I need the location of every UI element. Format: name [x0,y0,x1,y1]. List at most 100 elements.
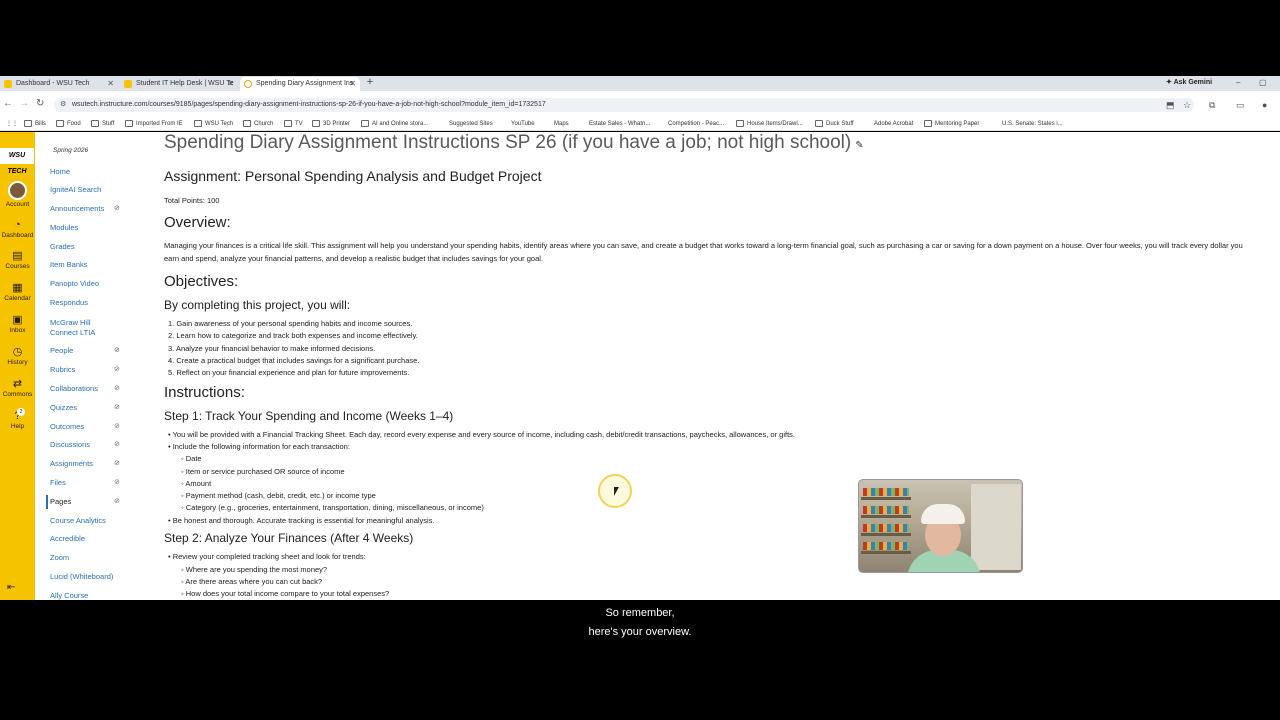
shelf [861,497,911,500]
global-nav-account[interactable]: Account [0,181,35,208]
page-content: Spending Diary Assignment Instructions S… [164,132,1264,600]
global-nav-help[interactable]: ? 2 Help [0,408,35,430]
sidebar-icon[interactable]: ▭ [1236,99,1245,111]
course-nav-outcomes[interactable]: Outcomes [50,422,84,432]
bookmark-folder[interactable]: Imported From IE [125,117,183,131]
reload-icon[interactable]: ↻ [36,97,44,111]
course-nav-assignments[interactable]: Assignments [50,459,93,469]
bookmark-folder[interactable]: Mentoring Paper [924,117,979,131]
close-tab-icon[interactable]: ✕ [349,77,356,91]
course-nav-grades[interactable]: Grades [50,242,75,252]
course-navigation: Spring 2026 Home IgniteAI Search Announc… [35,132,132,600]
forward-icon[interactable]: → [19,97,29,111]
loading-favicon-icon [244,80,252,88]
maximize-icon[interactable]: ▢ [1259,77,1267,89]
bookmark-folder[interactable]: Church [243,117,273,131]
hidden-eye-icon: ⊘ [114,498,120,505]
hidden-eye-icon: ⊘ [114,479,120,486]
global-nav-dashboard[interactable]: ◔ Dashboard [0,220,35,240]
shelf-toys [863,542,909,550]
course-nav-home[interactable]: Home [50,167,70,177]
list-item: • Include the following information for … [168,442,350,451]
folder-icon [312,120,320,127]
course-nav-modules[interactable]: Modules [50,223,78,233]
list-item: ◦ Are there areas where you can cut back… [181,577,323,586]
course-nav-panopto-video[interactable]: Panopto Video [50,279,99,289]
bookmark-maps[interactable]: Maps [543,117,569,131]
objectives-intro: By completing this project, you will: [164,298,351,312]
url-field[interactable]: ⚙ wsutech.instructure.com/courses/9185/p… [54,98,1194,112]
course-nav-discussions[interactable]: Discussions [50,440,90,450]
profile-avatar-icon[interactable]: ● [1262,99,1267,111]
wsu-tech-logo[interactable]: WSU TECH [0,148,34,175]
tab-spending-diary[interactable]: Spending Diary Assignment Ins ✕ [240,77,360,91]
course-nav-files[interactable]: Files [50,478,66,488]
course-nav-item-banks[interactable]: Item Banks [50,260,88,270]
bookmark-star-icon[interactable]: ☆ [1183,99,1191,111]
bookmark-link[interactable]: Adobe Acrobat [863,117,913,131]
bookmark-link[interactable]: Estate Sales - Whatn... [578,117,650,131]
course-nav-rubrics[interactable]: Rubrics [50,365,75,375]
course-nav-igniteai-search[interactable]: IgniteAI Search [50,185,101,195]
course-nav-course-analytics[interactable]: Course Analytics [50,516,106,526]
course-nav-lucid-whiteboard[interactable]: Lucid (Whiteboard) [50,572,113,582]
global-nav-calendar[interactable]: ▦ Calendar [0,283,35,303]
close-tab-icon[interactable]: ✕ [227,77,234,91]
bookmark-folder[interactable]: Stuff [91,117,114,131]
bookmark-folder[interactable]: TV [284,117,303,131]
global-nav-courses[interactable]: ▤ Courses [0,251,35,271]
apps-grid-icon[interactable]: ⋮⋮ [0,117,18,131]
global-nav-history[interactable]: ◷ History [0,346,35,367]
global-nav-inbox[interactable]: ▣ Inbox [0,315,35,335]
new-tab-button[interactable]: + [364,76,376,90]
bookmark-folder[interactable]: Bills [24,117,46,131]
course-nav-pages[interactable]: Pages [45,495,71,509]
collapse-nav-icon[interactable]: ⇤ [7,582,15,593]
course-nav-accredible[interactable]: Accredible [50,534,85,544]
install-icon[interactable]: ⬒ [1166,99,1175,111]
course-nav-respondus[interactable]: Respondus [50,298,88,308]
close-tab-icon[interactable]: ✕ [107,77,114,91]
course-nav-quizzes[interactable]: Quizzes [50,403,77,413]
list-item: ◦ Category (e.g., groceries, entertainme… [181,503,484,512]
bookmark-link[interactable]: Competition - Peac... [657,117,724,131]
canvas-page: WSU TECH Account ◔ Dashboard ▤ Courses ▦ Ca… [0,132,1280,600]
mouse-cursor-icon [614,487,619,496]
ask-gemini-button[interactable]: ✦ Ask Gemini [1166,77,1212,89]
instructions-heading: Instructions: [164,384,245,401]
step1-heading: Step 1: Track Your Spending and Income (… [164,409,454,423]
webcam-overlay [858,479,1023,573]
course-nav-people[interactable]: People [50,346,73,356]
objectives-heading: Objectives: [164,273,239,290]
clock-icon: ◷ [12,346,23,358]
folder-icon [24,120,32,127]
bookmark-folder[interactable]: 3D Printer [312,117,350,131]
edit-pen-icon[interactable]: ✎ [855,140,863,151]
hidden-eye-icon: ⊘ [114,423,120,430]
global-navigation: WSU TECH Account ◔ Dashboard ▤ Courses ▦ Ca… [0,132,35,600]
tab-dashboard[interactable]: Dashboard - WSU Tech ✕ [0,77,118,91]
course-nav-ally-course[interactable]: Ally Course [50,591,88,600]
extensions-icon[interactable]: ⧉ [1209,99,1215,111]
bookmark-folder[interactable]: Duck Stuff [815,117,854,131]
page-title: Spending Diary Assignment Instructions S… [164,132,864,153]
back-icon[interactable]: ← [3,97,13,111]
course-nav-zoom[interactable]: Zoom [50,553,69,563]
bookmark-folder[interactable]: Food [56,117,81,131]
step2-heading: Step 2: Analyze Your Finances (After 4 W… [164,531,414,545]
course-nav-mcgraw-hill[interactable]: McGraw Hill Connect LTIA [50,318,95,338]
bookmark-folder[interactable]: AI and Online stora... [361,117,428,131]
course-nav-announcements[interactable]: Announcements [50,204,104,214]
minimize-icon[interactable]: – [1236,77,1240,89]
global-nav-commons[interactable]: ⇄ Commons [0,379,35,399]
bookmark-link[interactable]: U.S. Senate: States i... [991,117,1063,131]
site-info-icon[interactable]: ⚙ [60,98,66,112]
bookmark-folder[interactable]: WSU Tech [194,117,233,131]
folder-icon [284,120,292,127]
course-nav-collaborations[interactable]: Collaborations [50,384,98,394]
bookmark-youtube[interactable]: YouTube [500,117,535,131]
tab-student-it-help-desk[interactable]: Student IT Help Desk | WSU Te ✕ [120,77,238,91]
list-item: ◦ Amount [181,479,212,488]
bookmark-link[interactable]: Suggested Sites [438,117,493,131]
bookmark-folder[interactable]: House Items/Drawi... [736,117,803,131]
